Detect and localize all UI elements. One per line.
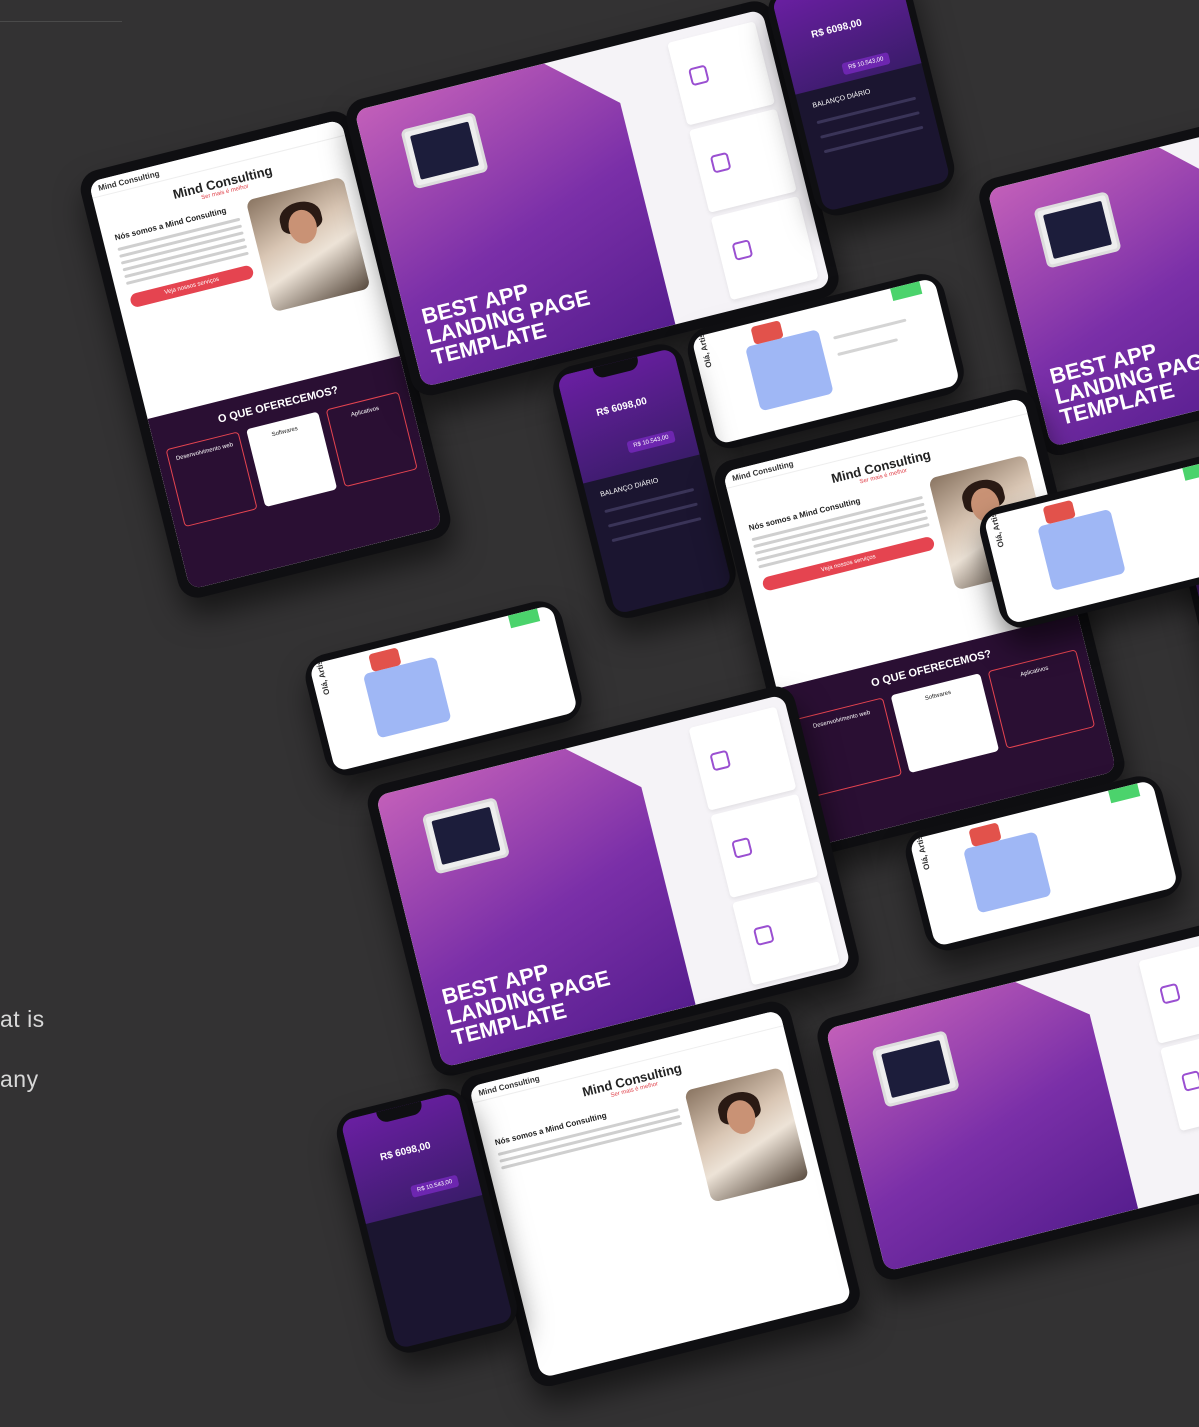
side-text-line-2: any bbox=[0, 1066, 39, 1092]
card-apps[interactable]: Aplicativos bbox=[325, 391, 418, 487]
card-software[interactable]: Softwares bbox=[890, 673, 999, 774]
gear-icon bbox=[709, 749, 732, 772]
box-icon bbox=[731, 836, 753, 859]
balance-pill: R$ 10.543,00 bbox=[841, 51, 891, 76]
art-title: Olá, Artista bbox=[694, 325, 714, 369]
document-icon bbox=[752, 924, 775, 947]
portrait-photo bbox=[245, 176, 371, 313]
side-text-line-1: at is bbox=[0, 1006, 45, 1032]
tablet-landing-4 bbox=[813, 915, 1199, 1284]
card-software[interactable]: Softwares bbox=[245, 411, 338, 507]
device-collage: Mind Consulting Mind Consulting Ser mais… bbox=[76, 0, 1199, 1391]
document-icon bbox=[731, 239, 754, 261]
gear-icon bbox=[1159, 982, 1181, 1005]
balance-amount: R$ 6098,00 bbox=[379, 1140, 432, 1164]
balance-amount: R$ 6098,00 bbox=[810, 17, 864, 41]
card-web[interactable]: Desenvolvimento web bbox=[165, 431, 258, 527]
logo: Mind Consulting bbox=[97, 168, 161, 193]
gear-icon bbox=[687, 64, 710, 87]
logo: Mind Consulting bbox=[731, 458, 795, 483]
balance-amount: R$ 6098,00 bbox=[595, 395, 649, 419]
box-icon bbox=[1180, 1070, 1199, 1092]
art-title: Olá, Artista bbox=[312, 652, 332, 696]
balance-pill: R$ 10.543,00 bbox=[410, 1174, 460, 1198]
box-icon bbox=[709, 151, 732, 174]
logo: Mind Consulting bbox=[477, 1073, 541, 1098]
card-apps[interactable]: Aplicativos bbox=[987, 649, 1096, 750]
top-divider bbox=[0, 21, 122, 22]
balance-pill: R$ 10.543,00 bbox=[626, 430, 676, 454]
art-title: Olá, Artista bbox=[986, 504, 1006, 549]
art-title: Olá, Artista bbox=[912, 827, 932, 871]
